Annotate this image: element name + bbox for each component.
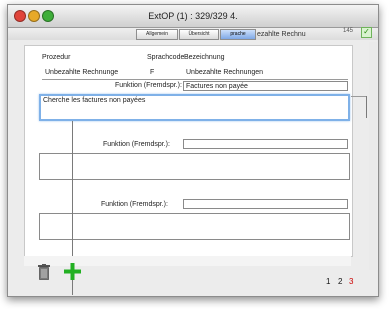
tab-uebersicht[interactable]: Übersicht [179, 29, 219, 40]
funktion3-label: Funktion (Fremdspr.): [101, 201, 168, 208]
tab-allgemein[interactable]: Allgemein [136, 29, 178, 40]
prozedur-value: Unbezahlte Rechnunge [45, 69, 119, 76]
description-textarea[interactable]: Cherche les factures non payées [39, 94, 350, 121]
page-3-link[interactable]: 3 [349, 277, 353, 286]
page-2-link[interactable]: 2 [338, 277, 342, 286]
funktion2-label: Funktion (Fremdspr.): [103, 141, 170, 148]
funktion-input[interactable]: Factures non payée [183, 81, 348, 91]
title-bar: ExtOP (1) : 329/329 4. [8, 5, 378, 28]
page-1-link[interactable]: 1 [326, 277, 330, 286]
record-count-badge: 145 [343, 28, 354, 34]
guide-line-right [366, 96, 367, 118]
current-page-number[interactable]: 3 [349, 277, 353, 286]
bezeichnung-value: Unbezahlte Rechnungen [186, 69, 264, 76]
vertical-scrollbar[interactable] [369, 42, 377, 270]
description3-textarea[interactable] [39, 213, 350, 240]
tab-bar: Allgemein Übersicht prache ezahlte Rechn… [8, 28, 378, 40]
description2-textarea[interactable] [39, 153, 350, 180]
checkmark-icon[interactable]: ✓ [361, 27, 372, 38]
tab-overflow-text: ezahlte Rechnu [257, 31, 306, 38]
tab-sprache[interactable]: prache [220, 29, 256, 40]
plus-icon[interactable] [63, 262, 82, 281]
guide-line-connector [351, 96, 366, 97]
funktion-label: Funktion (Fremdspr.): [115, 82, 182, 89]
column-header-bezeichnung: Bezeichnung [184, 54, 225, 61]
funktion2-input[interactable] [183, 139, 348, 149]
window-title: ExtOP (1) : 329/329 4. [148, 11, 238, 21]
sprachcode-value: F [150, 69, 155, 76]
row-divider [42, 79, 348, 80]
trash-icon[interactable] [38, 264, 50, 281]
column-header-prozedur: Prozedur [42, 54, 71, 61]
funktion3-input[interactable] [183, 199, 348, 209]
column-header-sprachcode: Sprachcode [147, 54, 185, 61]
